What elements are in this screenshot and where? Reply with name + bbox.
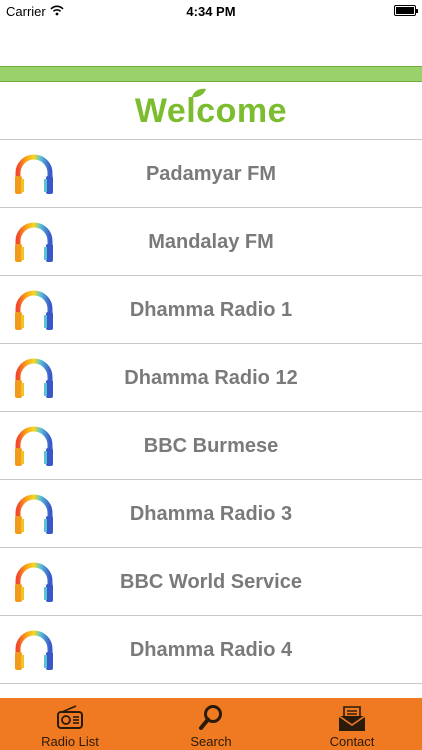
- list-item-padamyar-fm[interactable]: Padamyar FM: [0, 140, 422, 208]
- welcome-title: Welcome: [134, 88, 288, 131]
- list-item-dhamma-radio-3[interactable]: Dhamma Radio 3: [0, 480, 422, 548]
- tab-contact[interactable]: Contact: [282, 698, 422, 750]
- list-item-bbc-world-service[interactable]: BBC World Service: [0, 548, 422, 616]
- welcome-banner: Welcome: [0, 82, 422, 140]
- station-name: Dhamma Radio 1: [129, 299, 293, 321]
- status-bar: Carrier 4:34 PM: [0, 0, 422, 22]
- envelope-icon: [338, 706, 366, 731]
- list-item-dhamma-radio-1[interactable]: Dhamma Radio 1: [0, 276, 422, 344]
- radio-icon: [57, 705, 83, 729]
- list-item-bbc-burmese[interactable]: BBC Burmese: [0, 412, 422, 480]
- clock: 4:34 PM: [186, 4, 236, 19]
- tab-search[interactable]: Search: [141, 698, 281, 750]
- list-item-dhamma-radio-4[interactable]: Dhamma Radio 4: [0, 616, 422, 684]
- tab-label: Contact: [329, 734, 375, 749]
- station-name: BBC Burmese: [143, 435, 279, 457]
- station-name: Mandalay FM: [148, 231, 274, 253]
- tab-label: Search: [190, 734, 232, 749]
- battery-icon: [394, 5, 418, 16]
- station-name: Dhamma Radio 12: [124, 367, 298, 389]
- station-name: Dhamma Radio 4: [129, 639, 293, 661]
- tab-radio-list[interactable]: Radio List: [0, 698, 140, 750]
- welcome-text: Welcome: [134, 92, 288, 130]
- tab-bar: Radio List Search Contact: [0, 698, 422, 750]
- station-name: Padamyar FM: [145, 163, 277, 185]
- search-icon: [199, 705, 222, 730]
- tab-label: Radio List: [41, 734, 99, 749]
- list-item-dhamma-radio-12[interactable]: Dhamma Radio 12: [0, 344, 422, 412]
- station-name: Dhamma Radio 3: [129, 503, 293, 525]
- leaf-icon: [191, 88, 206, 98]
- station-list: Padamyar FM Mandalay FM Dhamma Radio 1 D…: [0, 140, 422, 698]
- list-item-mandalay-fm[interactable]: Mandalay FM: [0, 208, 422, 276]
- station-name: BBC World Service: [120, 571, 302, 593]
- header-green-bar: [0, 66, 422, 82]
